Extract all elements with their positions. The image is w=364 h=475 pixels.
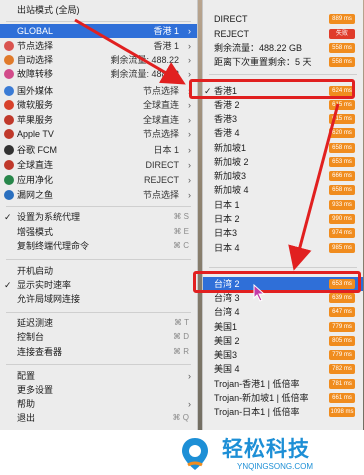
- annotation-arrows: [74, 18, 340, 271]
- arrow-to-hk1: [74, 18, 186, 85]
- mouse-cursor-icon: [253, 284, 266, 302]
- watermark-subtitle: YNQINGSONG.COM: [237, 462, 314, 471]
- arrow-to-tw2: [288, 103, 340, 271]
- brand-logo-icon: [182, 438, 208, 470]
- watermark-title: 轻松科技: [222, 438, 310, 461]
